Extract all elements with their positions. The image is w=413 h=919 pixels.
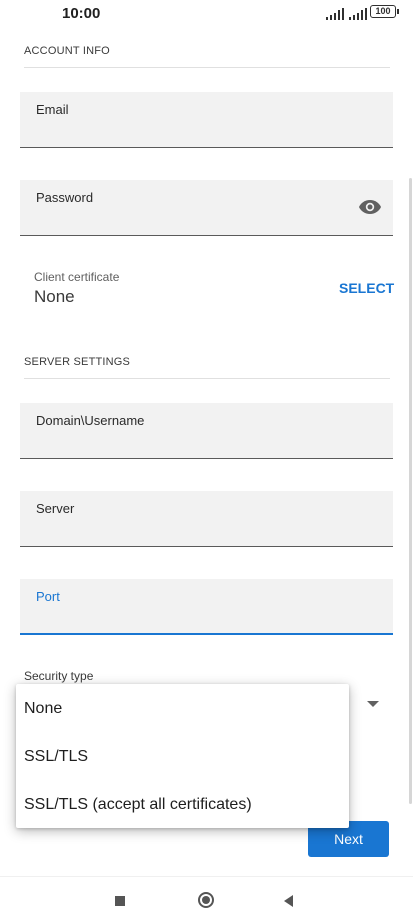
back-icon[interactable] bbox=[284, 895, 293, 907]
account-info-divider bbox=[24, 67, 390, 68]
security-option-ssl-tls[interactable]: SSL/TLS bbox=[24, 748, 88, 766]
battery-icon: 100 bbox=[370, 5, 399, 18]
port-field[interactable]: Port bbox=[20, 579, 393, 635]
select-certificate-button[interactable]: SELECT bbox=[339, 280, 394, 296]
email-field[interactable]: Email bbox=[20, 92, 393, 148]
security-option-ssl-tls-accept-all[interactable]: SSL/TLS (accept all certificates) bbox=[24, 796, 252, 814]
port-label: Port bbox=[36, 589, 60, 604]
password-field[interactable]: Password bbox=[20, 180, 393, 236]
client-certificate-value: None bbox=[34, 287, 75, 306]
status-time: 10:00 bbox=[62, 5, 101, 22]
server-settings-divider bbox=[24, 378, 390, 379]
client-certificate-label: Client certificate bbox=[34, 270, 120, 284]
dropdown-arrow-icon[interactable] bbox=[367, 701, 379, 707]
account-info-title: ACCOUNT INFO bbox=[24, 45, 110, 57]
home-icon[interactable] bbox=[198, 892, 214, 908]
security-type-label: Security type bbox=[24, 669, 94, 683]
server-settings-title: SERVER SETTINGS bbox=[24, 356, 131, 368]
domain-username-field[interactable]: Domain\Username bbox=[20, 403, 393, 459]
email-label: Email bbox=[36, 102, 69, 117]
password-label: Password bbox=[36, 190, 94, 205]
security-type-menu: None SSL/TLS SSL/TLS (accept all certifi… bbox=[16, 684, 349, 828]
scrollbar[interactable] bbox=[409, 178, 412, 804]
server-label: Server bbox=[36, 501, 75, 516]
domain-username-label: Domain\Username bbox=[36, 413, 145, 428]
recents-icon[interactable] bbox=[115, 896, 125, 906]
status-bar: 10:00 100 bbox=[0, 0, 413, 40]
signal-icon bbox=[349, 8, 367, 20]
eye-icon[interactable] bbox=[359, 200, 381, 214]
navigation-bar bbox=[0, 876, 413, 919]
security-option-none[interactable]: None bbox=[24, 700, 62, 718]
signal-icon bbox=[326, 8, 344, 20]
server-field[interactable]: Server bbox=[20, 491, 393, 547]
